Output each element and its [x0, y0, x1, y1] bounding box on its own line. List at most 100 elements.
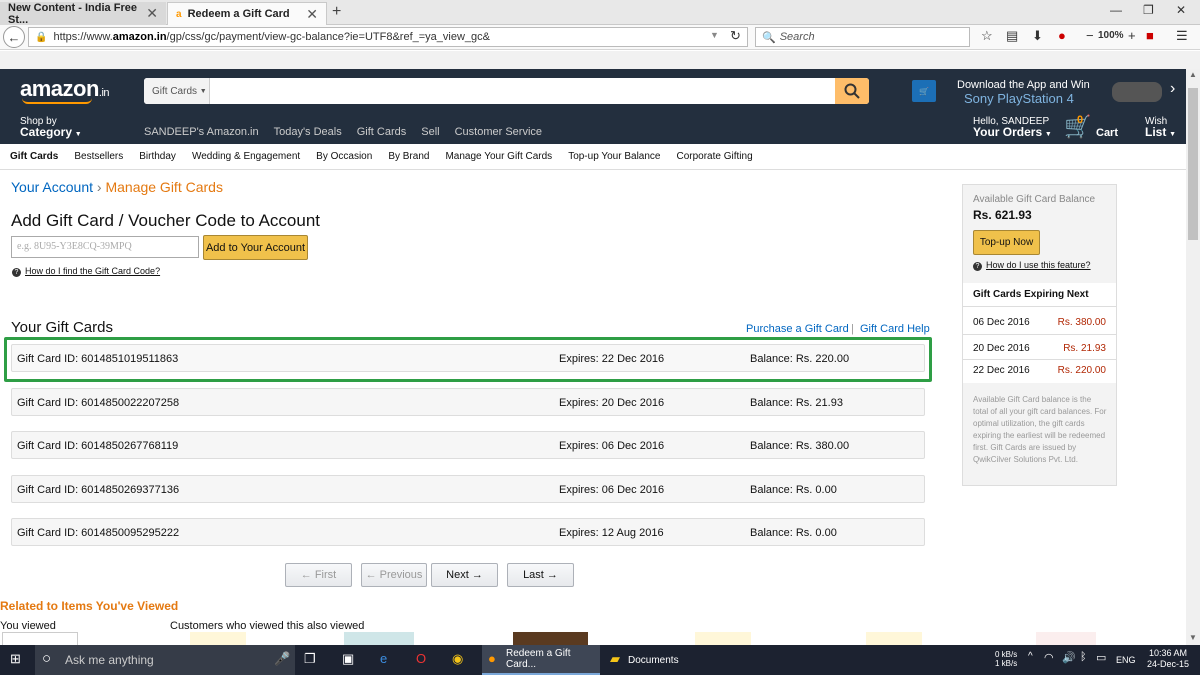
new-tab-icon[interactable]: + [332, 3, 341, 21]
find-code-link[interactable]: How do I find the Gift Card Code? [25, 266, 160, 276]
download-icon[interactable]: ⬇ [1032, 28, 1043, 44]
edge-icon[interactable]: e [380, 651, 387, 666]
subnav-item[interactable]: By Occasion [316, 151, 372, 162]
gift-card-row[interactable]: Gift Card ID: 6014850267768119 Expires: … [11, 431, 925, 459]
menu-icon[interactable]: ☰ [1176, 28, 1188, 44]
cortana-search-input[interactable]: Ask me anything [35, 645, 295, 675]
task-view-icon[interactable]: ❐ [304, 651, 316, 667]
subnav-item[interactable]: Corporate Gifting [676, 151, 752, 162]
bookmark-star-icon[interactable]: ☆ [981, 28, 993, 44]
gift-card-expiry: Expires: 20 Dec 2016 [559, 397, 665, 409]
clock[interactable]: 10:36 AM 24-Dec-15 [1147, 648, 1189, 670]
close-tab-icon[interactable]: ✕ [146, 5, 158, 22]
zoom-in-icon[interactable]: + [1128, 28, 1136, 43]
cart-label[interactable]: Cart [1096, 127, 1118, 139]
scrollbar-thumb[interactable] [1188, 88, 1198, 240]
browser-tab-new-content[interactable]: New Content - India Free St... ✕ [0, 2, 166, 26]
logo-suffix: .in [98, 87, 110, 99]
purchase-gift-card-link[interactable]: Purchase a Gift Card [746, 323, 849, 335]
first-page-button[interactable]: ← First [285, 563, 352, 587]
bluetooth-icon[interactable]: ᛒ [1080, 651, 1087, 663]
next-page-button[interactable]: Next → [431, 563, 498, 587]
promo-arrow-icon[interactable]: › [1170, 80, 1175, 98]
chrome-icon[interactable]: ◉ [452, 651, 463, 667]
net-up: 0 kB/s [995, 650, 1018, 659]
back-arrow-icon[interactable]: ← [3, 26, 25, 48]
taskbar-firefox-app[interactable]: Redeem a Gift Card... [482, 645, 600, 675]
subnav-item[interactable]: Gift Cards [10, 151, 58, 162]
url-dropdown-icon[interactable]: ▼ [710, 30, 719, 40]
product-thumbnail[interactable] [513, 632, 588, 645]
language-indicator[interactable]: ENG [1116, 655, 1136, 665]
promo-line1[interactable]: Download the App and Win [957, 79, 1090, 91]
subnav-item[interactable]: Manage Your Gift Cards [445, 151, 552, 162]
subnav-item[interactable]: Top-up Your Balance [568, 151, 660, 162]
find-code-help[interactable]: ? How do I find the Gift Card Code? [12, 266, 160, 277]
restore-icon[interactable]: ❐ [1143, 3, 1154, 17]
nav-link[interactable]: SANDEEP's Amazon.in [144, 126, 259, 138]
gift-card-code-input[interactable]: e.g. 8U95-Y3E8CQ-39MPQ [11, 236, 199, 258]
promo-line2[interactable]: Sony PlayStation 4 [964, 91, 1074, 106]
browser-tab-redeem[interactable]: a Redeem a Gift Card ✕ [167, 2, 327, 25]
minimize-icon[interactable]: — [1110, 3, 1122, 17]
subnav-item[interactable]: Bestsellers [74, 151, 123, 162]
gift-card-row[interactable]: Gift Card ID: 6014850095295222 Expires: … [11, 518, 925, 546]
previous-page-button[interactable]: ← Previous [361, 563, 427, 587]
microphone-icon[interactable]: 🎤 [274, 651, 290, 667]
shop-by-category[interactable]: Shop by Category ▼ [20, 116, 82, 140]
wifi-icon[interactable]: ◠ [1044, 651, 1054, 664]
adblock-icon[interactable]: ● [1058, 28, 1066, 43]
subnav-item[interactable]: Birthday [139, 151, 176, 162]
nav-link[interactable]: Today's Deals [274, 126, 342, 138]
gift-card-row[interactable]: Gift Card ID: 6014850269377136 Expires: … [11, 475, 925, 503]
chevron-up-icon[interactable]: ^ [1028, 651, 1033, 662]
breadcrumb-your-account[interactable]: Your Account [11, 179, 93, 195]
product-thumbnail[interactable] [866, 632, 922, 645]
wish-list[interactable]: Wish List ▼ [1145, 116, 1176, 140]
product-thumbnail[interactable] [344, 632, 414, 645]
search-button[interactable] [835, 78, 869, 104]
topup-now-button[interactable]: Top-up Now [973, 230, 1040, 255]
close-tab-icon[interactable]: ✕ [306, 6, 318, 23]
subnav-item[interactable]: By Brand [388, 151, 429, 162]
extension-icon[interactable]: ■ [1146, 28, 1154, 43]
gift-card-help-link[interactable]: Gift Card Help [860, 323, 930, 335]
nav-link[interactable]: Sell [421, 126, 439, 138]
header-nav-links: SANDEEP's Amazon.in Today's Deals Gift C… [144, 126, 542, 138]
product-thumbnail[interactable] [190, 632, 246, 645]
url-bar[interactable]: 🔒 https://www. amazon.in/gp/css/gc/paymen… [28, 27, 748, 47]
window-close-icon[interactable]: ✕ [1176, 3, 1186, 17]
action-center-icon[interactable]: ▭ [1096, 651, 1106, 664]
nav-link[interactable]: Customer Service [455, 126, 542, 138]
zoom-out-icon[interactable]: − [1086, 28, 1094, 43]
breadcrumb: Your Account › Manage Gift Cards [11, 179, 223, 195]
windows-start-icon[interactable]: ⊞ [10, 651, 21, 667]
volume-icon[interactable]: 🔊 [1062, 651, 1076, 664]
amazon-search-input[interactable] [144, 78, 869, 104]
nav-link[interactable]: Gift Cards [357, 126, 407, 138]
gift-card-row[interactable]: Gift Card ID: 6014850022207258 Expires: … [11, 388, 925, 416]
product-thumbnail[interactable] [2, 632, 78, 645]
search-category-select[interactable]: Gift Cards ▼ [144, 78, 210, 104]
opera-icon[interactable]: O [416, 651, 426, 666]
scroll-down-icon[interactable]: ▼ [1189, 633, 1197, 642]
app-promo-icon[interactable]: 🛒 [912, 80, 936, 102]
subnav-item[interactable]: Wedding & Engagement [192, 151, 300, 162]
gift-card-expiry: Expires: 06 Dec 2016 [559, 440, 665, 452]
reading-list-icon[interactable]: ▤ [1006, 28, 1018, 44]
expiring-date: 22 Dec 2016 [973, 365, 1030, 376]
scroll-up-icon[interactable]: ▲ [1189, 70, 1197, 79]
app-icon[interactable]: ▣ [342, 651, 354, 667]
use-feature-link[interactable]: How do I use this feature? [986, 260, 1091, 270]
reload-icon[interactable]: ↻ [730, 28, 741, 44]
product-thumbnail[interactable] [695, 632, 751, 645]
expiring-date: 20 Dec 2016 [973, 343, 1030, 354]
url-prefix: https://www. [53, 31, 113, 43]
breadcrumb-manage-gift-cards[interactable]: Manage Gift Cards [105, 179, 223, 195]
browser-search-input[interactable]: 🔍 Search [755, 27, 970, 47]
last-page-button[interactable]: Last → [507, 563, 574, 587]
add-to-account-button[interactable]: Add to Your Account [203, 235, 308, 260]
use-feature-help[interactable]: ? How do I use this feature? [973, 260, 1091, 271]
account-orders[interactable]: Hello, SANDEEP Your Orders ▼ [973, 116, 1052, 140]
product-thumbnail[interactable] [1036, 632, 1096, 645]
